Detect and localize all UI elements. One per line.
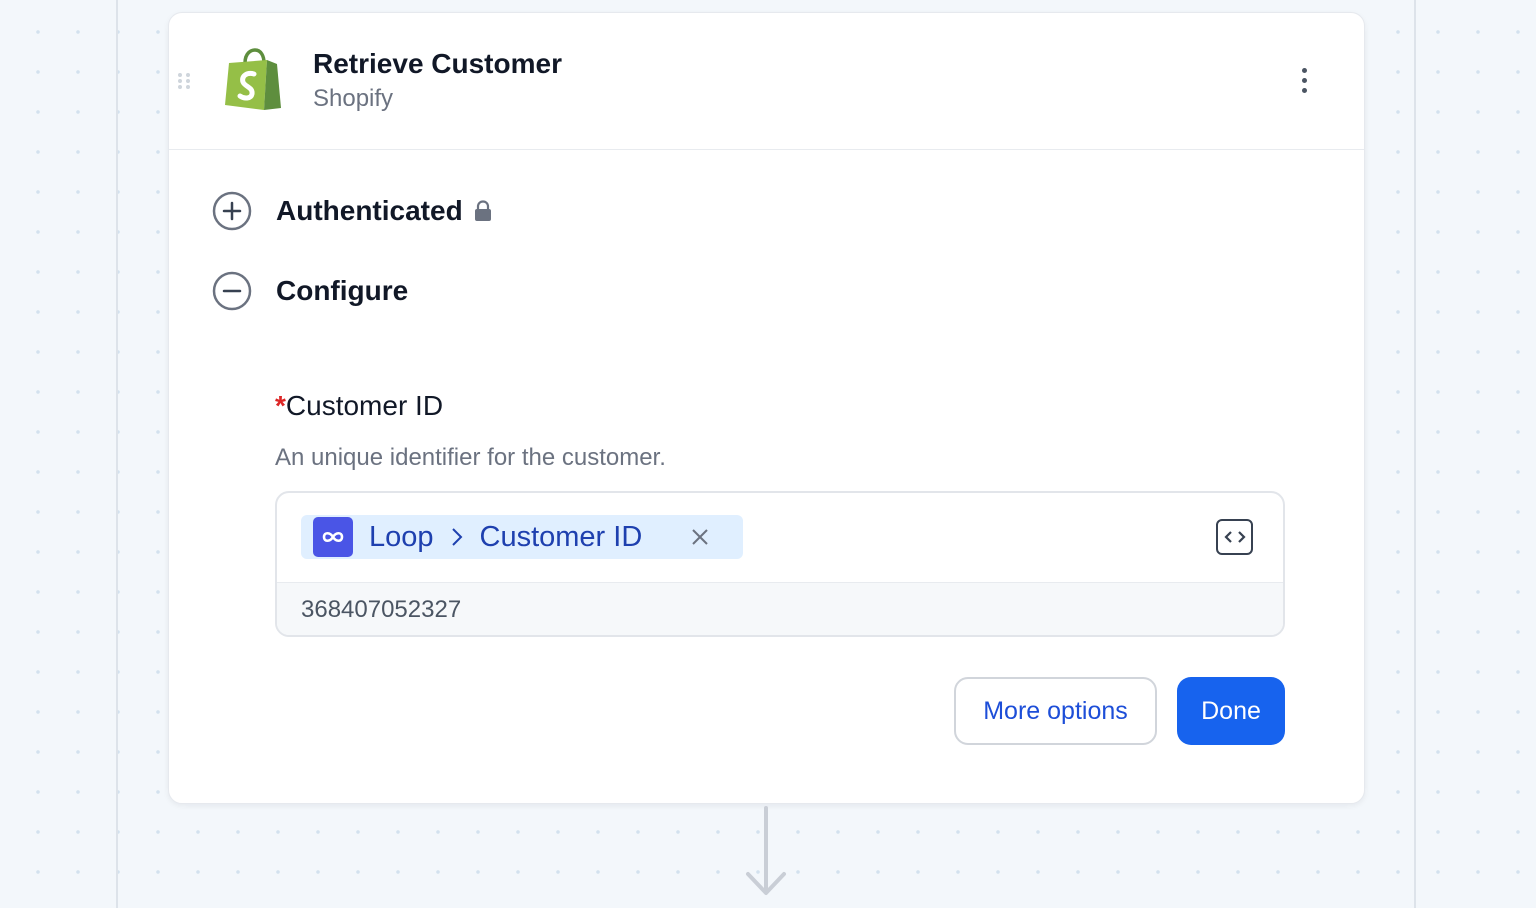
- plus-circle-icon[interactable]: [212, 191, 252, 231]
- more-options-button[interactable]: More options: [954, 677, 1157, 745]
- variable-token[interactable]: Loop Customer ID: [301, 515, 743, 559]
- input-editor[interactable]: Loop Customer ID: [277, 493, 1283, 583]
- field-help-text: An unique identifier for the customer.: [275, 444, 666, 471]
- section-label-authenticated: Authenticated: [276, 195, 463, 226]
- canvas-guide-right: [1414, 0, 1416, 908]
- step-header: Retrieve Customer Shopify: [169, 13, 1364, 150]
- step-title: Retrieve Customer: [313, 48, 562, 79]
- resolved-value: 368407052327: [277, 583, 1283, 635]
- token-field: Customer ID: [479, 520, 643, 553]
- step-app-name: Shopify: [313, 85, 394, 112]
- field-label-text: Customer ID: [285, 390, 444, 421]
- field-label: *Customer ID: [275, 390, 443, 422]
- customer-id-input[interactable]: Loop Customer ID 368407052327: [275, 491, 1285, 637]
- code-brackets-icon[interactable]: [1216, 519, 1253, 555]
- token-source: Loop: [369, 520, 434, 553]
- drag-handle-icon[interactable]: [178, 73, 192, 91]
- section-label-configure: Configure: [276, 275, 409, 306]
- section-authenticated[interactable]: Authenticated: [212, 191, 492, 231]
- done-button[interactable]: Done: [1177, 677, 1285, 745]
- close-icon[interactable]: [689, 526, 711, 548]
- step-card: Retrieve Customer Shopify Authenticated …: [168, 12, 1365, 804]
- lock-icon: [474, 200, 491, 221]
- shopify-bag-icon: [225, 48, 281, 110]
- required-marker: *: [275, 390, 286, 421]
- minus-circle-icon[interactable]: [212, 271, 252, 311]
- arrow-down-icon: [746, 806, 786, 895]
- loop-infinity-icon: [313, 517, 353, 557]
- canvas-guide-left: [116, 0, 118, 908]
- kebab-menu-icon[interactable]: [1291, 65, 1317, 95]
- section-configure[interactable]: Configure: [212, 271, 408, 311]
- chevron-right-icon: [451, 528, 462, 546]
